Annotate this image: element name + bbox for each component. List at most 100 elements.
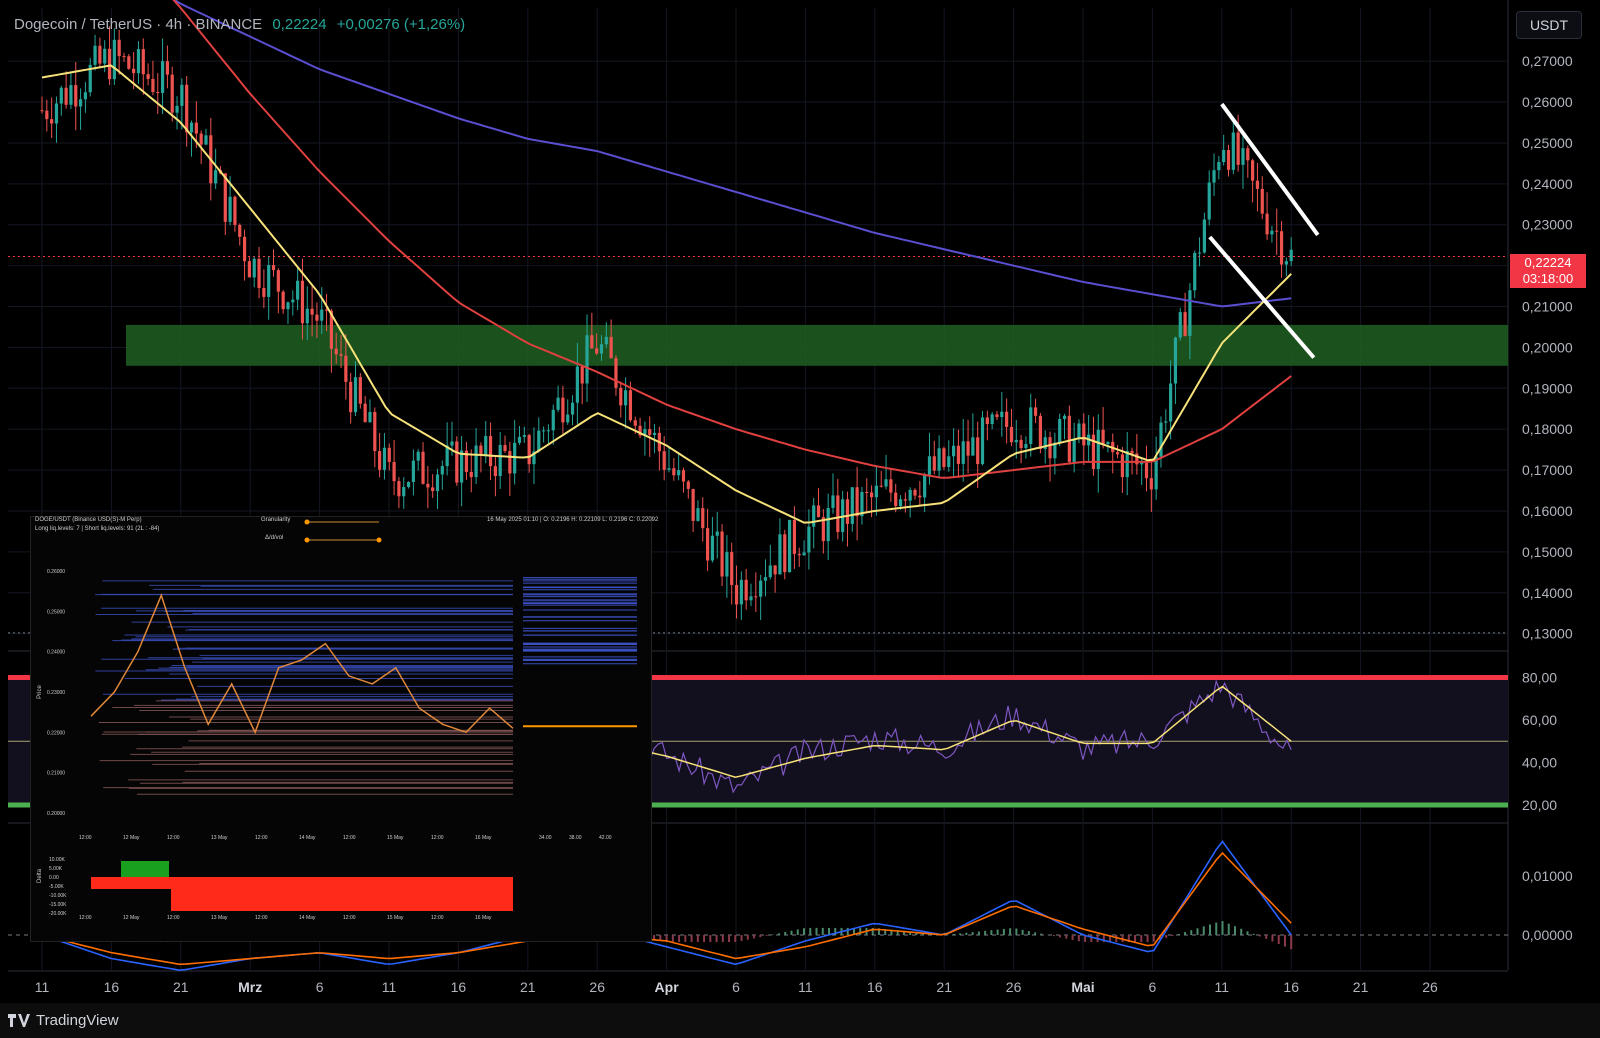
candle-body xyxy=(1183,312,1187,336)
candle-body xyxy=(1284,261,1288,265)
candle-body xyxy=(238,224,242,237)
candle-body xyxy=(898,499,903,507)
inset-price-axis-label: Price xyxy=(36,685,43,699)
candle-body xyxy=(185,84,189,133)
candle-body xyxy=(652,432,657,436)
candle-body xyxy=(1072,438,1076,462)
candle-body xyxy=(1000,411,1004,418)
candle-body xyxy=(739,579,743,605)
candle-body xyxy=(889,479,893,493)
candle-body xyxy=(551,409,555,431)
candle-body xyxy=(1096,429,1100,469)
candle-body xyxy=(1164,421,1168,423)
candle-body xyxy=(1033,407,1038,416)
price-tick-label: 0,20000 xyxy=(1522,339,1573,355)
chart-window: 0,270000,260000,250000,240000,230000,220… xyxy=(0,0,1600,1038)
candle-body xyxy=(575,366,579,403)
candle-body xyxy=(300,280,305,324)
time-tick-label: 16 xyxy=(451,979,467,995)
candle-body xyxy=(64,87,68,105)
candle-body xyxy=(1009,426,1014,443)
candle-body xyxy=(522,435,526,437)
candle-body xyxy=(426,483,430,488)
inset-time-tick: 12:00 xyxy=(431,835,444,841)
candle-body xyxy=(710,535,715,561)
candle-body xyxy=(214,170,218,184)
inset-price-tick: 0.23000 xyxy=(47,690,65,696)
candle-body xyxy=(802,552,806,556)
inset-side-tick: 34.00 xyxy=(539,835,552,841)
inset-time-tick: 14 May xyxy=(299,835,316,841)
candle-body xyxy=(1188,290,1192,336)
candle-body xyxy=(1005,411,1009,427)
candle-body xyxy=(165,61,170,75)
candle-body xyxy=(189,122,194,133)
candle-body xyxy=(705,528,710,561)
candle-body xyxy=(1193,252,1197,291)
candle-body xyxy=(1231,132,1235,170)
candle-body xyxy=(1019,439,1023,449)
time-tick-label: 26 xyxy=(589,979,605,995)
candle-body xyxy=(339,354,343,356)
time-tick-label: 6 xyxy=(316,979,324,995)
bar-countdown: 03:18:00 xyxy=(1522,271,1574,286)
candle-body xyxy=(1251,160,1255,181)
candle-body xyxy=(59,87,63,104)
inset-granularity-label: Granularity xyxy=(261,517,291,523)
candle-body xyxy=(1212,170,1216,183)
brand-label: TradingView xyxy=(36,1012,119,1029)
candle-body xyxy=(590,335,594,349)
candle-body xyxy=(599,344,604,354)
candle-body xyxy=(1169,383,1173,422)
candle-body xyxy=(180,84,184,106)
inset-delta-label: Δ/d/vol xyxy=(265,535,284,541)
candle-body xyxy=(1082,423,1086,446)
candle-body xyxy=(440,466,444,475)
candle-body xyxy=(1289,249,1293,262)
candle-body xyxy=(585,335,589,384)
candle-body xyxy=(151,78,155,93)
inset-title: DOGE/USDT (Binance USD(S)-M Perp) xyxy=(35,517,142,523)
delta-slider-knob xyxy=(304,537,310,543)
time-tick-label: 26 xyxy=(1006,979,1022,995)
granularity-slider-knob xyxy=(304,519,310,525)
time-tick-label: 11 xyxy=(798,979,813,995)
candle-body xyxy=(78,99,83,107)
inset-time-tick: 12:00 xyxy=(167,835,180,841)
candle-body xyxy=(508,450,512,474)
time-tick-label: Mai xyxy=(1071,979,1094,995)
candle-body xyxy=(349,381,353,413)
candle-body xyxy=(768,565,772,578)
candle-body xyxy=(667,468,671,470)
candle-body xyxy=(305,308,309,324)
candle-body xyxy=(783,534,787,573)
candle-body xyxy=(1038,415,1042,449)
candle-body xyxy=(474,445,478,478)
inset-delta-time-tick: 16 May xyxy=(475,915,492,921)
candle-body xyxy=(686,481,690,489)
currency-unit-button[interactable]: USDT xyxy=(1516,11,1582,39)
candle-body xyxy=(816,505,821,518)
candle-body xyxy=(879,485,883,487)
candle-body xyxy=(696,508,700,521)
rsi-tick-label: 20,00 xyxy=(1522,797,1557,813)
inset-price-line xyxy=(90,593,514,735)
candle-body xyxy=(416,451,420,461)
tradingview-logo[interactable]: TradingView xyxy=(8,1012,119,1029)
candle-body xyxy=(353,377,358,413)
price-tick-label: 0,19000 xyxy=(1522,380,1573,396)
macd-tick-label: 0,00000 xyxy=(1522,927,1573,943)
time-tick-label: 21 xyxy=(1353,979,1369,995)
candle-body xyxy=(469,471,473,478)
price-tick-label: 0,25000 xyxy=(1522,135,1573,151)
time-tick-label: Mrz xyxy=(238,979,262,995)
candle-body xyxy=(869,492,874,498)
candle-body xyxy=(117,39,121,57)
candle-body xyxy=(1101,429,1105,444)
candle-body xyxy=(865,491,869,493)
inset-price-tick: 0.25000 xyxy=(47,609,65,615)
candle-body xyxy=(1115,452,1120,455)
inset-price-tick: 0.20000 xyxy=(47,811,65,817)
candle-body xyxy=(1236,132,1240,165)
candle-body xyxy=(1048,437,1052,459)
